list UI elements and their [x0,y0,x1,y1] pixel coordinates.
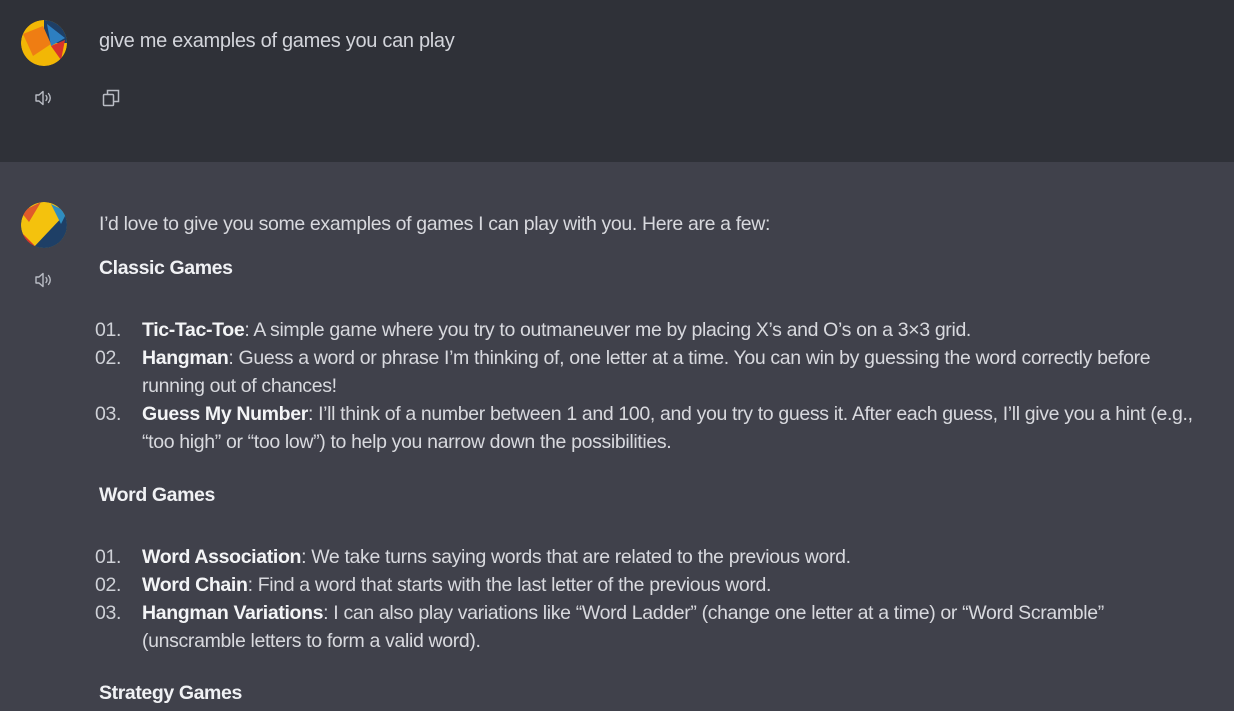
classic-games-list: 01. Tic-Tac-Toe: A simple game where you … [95,316,1199,456]
list-desc: : Guess a word or phrase I’m thinking of… [142,347,1151,397]
list-desc: : Find a word that starts with the last … [247,574,772,596]
list-term: Word Association [142,546,302,568]
list-term: Word Chain [142,574,248,596]
user-message-row: give me examples of games you can play [0,0,1234,162]
list-number: 02. [95,574,122,596]
list-number: 02. [95,347,122,369]
list-item: 01. Word Association: We take turns sayin… [95,543,1199,571]
assistant-avatar-icon [21,202,67,248]
list-item: 02. Word Chain: Find a word that starts w… [95,571,1199,599]
list-term: Guess My Number [142,403,308,425]
list-number: 03. [95,403,122,425]
section-heading-strategy-games: Strategy Games [99,682,242,704]
list-item: 03. Guess My Number: I’ll think of a numb… [95,400,1199,456]
section-heading-classic-games: Classic Games [99,257,233,279]
speaker-icon[interactable] [32,86,56,110]
list-term: Hangman Variations [142,602,324,624]
list-desc: : A simple game where you try to outmane… [244,319,972,341]
user-avatar-icon [21,20,67,66]
list-term: Hangman [142,347,229,369]
list-item: 01. Tic-Tac-Toe: A simple game where you … [95,316,1199,344]
intro-text: I’d love to give you some examples of ga… [99,213,771,235]
list-item: 03. Hangman Variations: I can also play v… [95,599,1199,655]
assistant-message-row: I’d love to give you some examples of ga… [0,162,1234,711]
word-games-list: 01. Word Association: We take turns sayin… [95,543,1199,655]
copy-icon[interactable] [99,86,123,110]
assistant-message-body: I’d love to give you some examples of ga… [95,210,1199,707]
list-term: Tic-Tac-Toe [142,319,245,341]
list-desc: : We take turns saying words that are re… [301,546,851,568]
speaker-icon[interactable] [32,268,56,292]
user-message-text: give me examples of games you can play [99,30,455,52]
list-number: 01. [95,546,122,568]
section-heading-word-games: Word Games [99,484,215,506]
list-item: 02. Hangman: Guess a word or phrase I’m t… [95,344,1199,400]
list-number: 01. [95,319,122,341]
list-number: 03. [95,602,122,624]
